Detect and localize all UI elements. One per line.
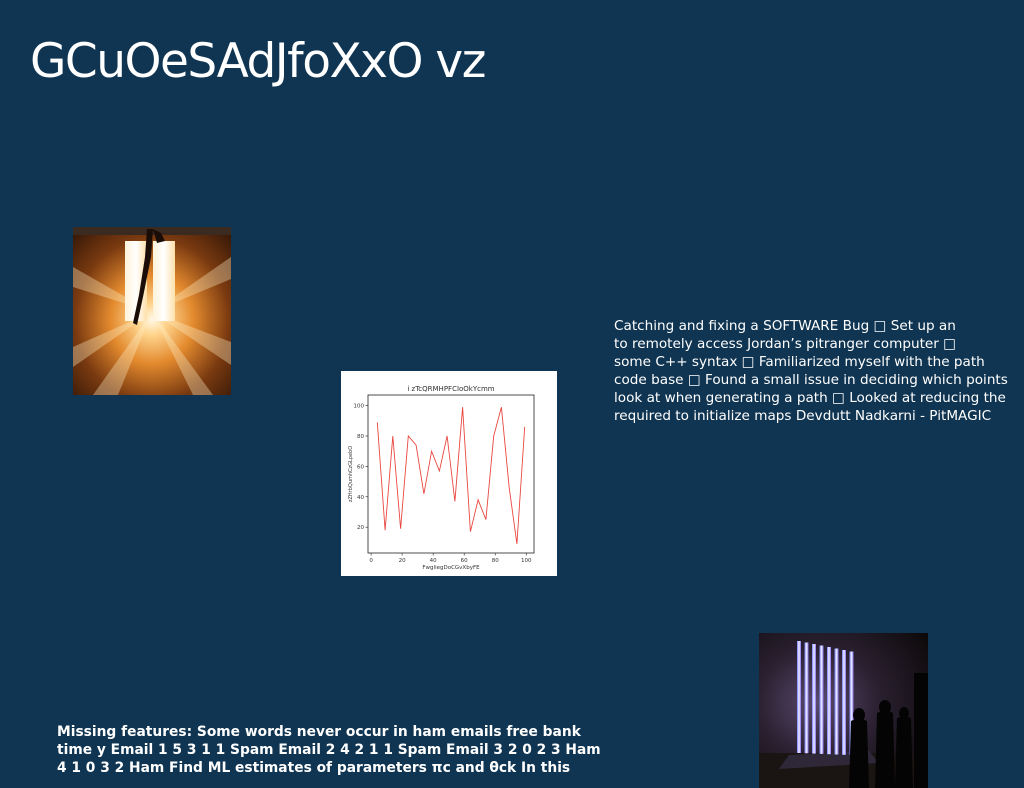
x-tick-label: 80: [492, 558, 499, 564]
x-tick-label: 100: [521, 558, 532, 564]
y-tick-label: 100: [354, 404, 365, 410]
light-tube: [812, 644, 816, 754]
light-tube: [834, 648, 839, 755]
y-tick-label: 20: [357, 525, 364, 531]
y-tick-label: 40: [357, 495, 364, 501]
slide-title: GCuOeSAdJfoXxO vz: [30, 34, 486, 89]
light-tube: [827, 647, 831, 755]
glowing-light-photo: [73, 227, 231, 395]
light-tube: [819, 645, 824, 754]
light-tube: [804, 642, 809, 754]
body-text-right: Catching and fixing a SOFTWARE Bug □ Set…: [614, 318, 1008, 424]
x-axis-label: FwgliegDoCGvXbyFE: [422, 565, 480, 571]
x-axis: 0 20 40 60 80 100: [369, 553, 532, 564]
light-tube: [797, 641, 801, 753]
x-tick-label: 60: [461, 558, 468, 564]
series-line: [376, 407, 526, 544]
y-tick-label: 80: [357, 434, 364, 440]
line-chart: i zTcQRMHPFCIoOkYcmm 0 20 40 60 80 100 20 40 60…: [341, 371, 557, 576]
x-tick-label: 40: [430, 558, 437, 564]
y-tick-label: 60: [357, 464, 364, 470]
light-tube: [842, 650, 846, 755]
y-axis: 20 40 60 80 100: [354, 404, 368, 531]
x-tick-label: 20: [399, 558, 406, 564]
x-tick-label: 0: [369, 558, 373, 564]
y-axis-label: zZHrbQumhCzGLpebO: [348, 446, 354, 502]
plot-frame: [367, 394, 535, 554]
chart-title: i zTcQRMHPFCIoOkYcmm: [407, 385, 494, 393]
light-tubes-installation-photo: [759, 633, 928, 788]
body-text-bottom: Missing features: Some words never occur…: [57, 724, 601, 776]
